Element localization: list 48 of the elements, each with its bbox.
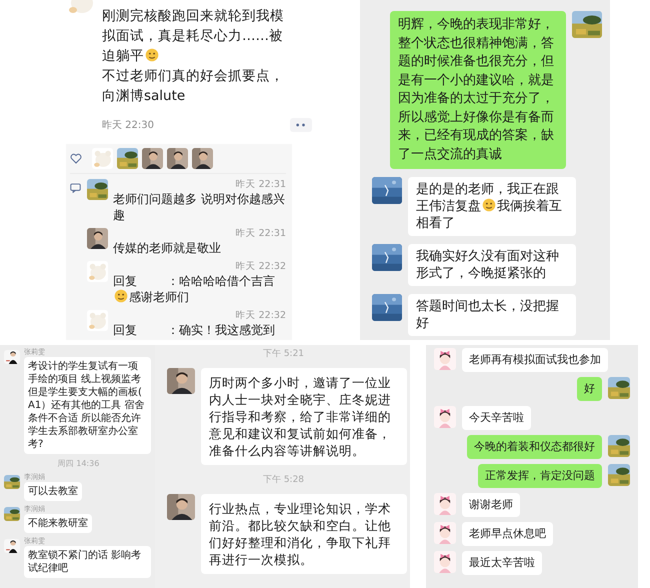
message-text: 老师再有模拟面试我也参加 bbox=[469, 353, 601, 366]
time-divider: 下午 5:21 bbox=[262, 348, 306, 360]
emoji-icon bbox=[114, 289, 128, 303]
message-text: 好 bbox=[584, 382, 595, 395]
message-text: 谢谢老师 bbox=[469, 498, 513, 511]
more-icon bbox=[296, 123, 306, 127]
message-text: 王伟洁复盘 bbox=[416, 199, 481, 214]
message-text: 可以去教室 bbox=[28, 486, 78, 497]
heart-icon bbox=[70, 153, 82, 164]
comment-time: 昨天 22:31 bbox=[234, 228, 286, 240]
message-text: 不能来教研室 bbox=[28, 518, 88, 529]
message-text: 我确实好久没有面对这种形式了，今晚挺紧张的 bbox=[416, 249, 559, 281]
message-text: 正常发挥，肯定没问题 bbox=[485, 469, 595, 482]
time-divider: 下午 5:28 bbox=[262, 474, 306, 486]
comment-icon bbox=[70, 183, 81, 193]
message-text: 今天辛苦啦 bbox=[469, 411, 524, 424]
message-text: ：确实！我这感觉到 bbox=[167, 323, 275, 337]
message-text: 是的是的老师，我正在跟 bbox=[416, 182, 559, 197]
emoji-icon bbox=[482, 198, 496, 212]
message-text: 拟面试，真是耗尽心力……被 bbox=[102, 28, 283, 44]
message-text: 传媒的老师就是敬业 bbox=[113, 241, 221, 255]
message-text: 我俩挨着互 bbox=[497, 199, 562, 214]
message-text: 老师们问题越多 说明对你越感兴趣 bbox=[113, 192, 285, 222]
reply-label: 回复 bbox=[113, 274, 137, 288]
message-text: 考设计的学生复试有一项手绘的项目 线上视频监考但是学生要支大幅的画板(A1）还有其他的工具 宿舍条件不合适 所以能否允许学生去系部教研室办公室考? bbox=[28, 361, 144, 450]
message-text: 老师早点休息吧 bbox=[469, 527, 546, 540]
time-divider: 周四 14:36 bbox=[56, 458, 100, 469]
message-text: 刚测完核酸跑回来就轮到我模 bbox=[102, 8, 284, 24]
comment-time: 昨天 22:32 bbox=[234, 310, 286, 322]
message-text: ：哈哈哈哈借个 bbox=[167, 274, 251, 288]
message-text: 答题时间也太长，没把握好 bbox=[416, 299, 559, 331]
more-button[interactable] bbox=[290, 118, 312, 132]
post-time: 昨天 22:30 bbox=[102, 119, 154, 132]
message-text: 明辉，今晚的表现非常好，整个状态也很精神饱满，答题的时候准备也很充分，但是有一个小的建议哈，就是因为准备的太过于充分了，所以感觉上好像你是有备而来，已经有现成的答案，缺了一点交流的真诚 bbox=[398, 17, 554, 162]
comment-time: 昨天 22:31 bbox=[234, 179, 286, 191]
message-text: 不过老师们真的好会抓要点，向渊博salute bbox=[102, 68, 284, 104]
message-text: 吉言 bbox=[251, 274, 275, 288]
reply-label: 回复 bbox=[113, 323, 137, 337]
message-text: 相看了 bbox=[416, 216, 455, 231]
message-text: 迫躺平 bbox=[102, 48, 144, 64]
message-text: 今晚的着装和仪态都很好 bbox=[474, 440, 595, 453]
message-text: 感谢老师们 bbox=[129, 290, 189, 304]
message-text: 历时两个多小时，邀请了一位业内人士一块对全晓宇、庄冬妮进行指导和考察，给了非常详细的意见和建议和复试前如何准备，准备什么内容等讲解说明。 bbox=[209, 375, 391, 458]
message-text: 教室锁不紧门的话 影响考试纪律吧 bbox=[28, 550, 142, 574]
comment-time: 昨天 22:32 bbox=[234, 261, 286, 273]
emoji-icon bbox=[145, 48, 159, 62]
message-text: 行业热点，专业理论知识，学术前沿。都比较欠缺和空白。让他们好好整理和消化，争取下礼拜再进行一次模拟。 bbox=[209, 501, 391, 567]
message-text: 最近太辛苦啦 bbox=[469, 556, 535, 569]
